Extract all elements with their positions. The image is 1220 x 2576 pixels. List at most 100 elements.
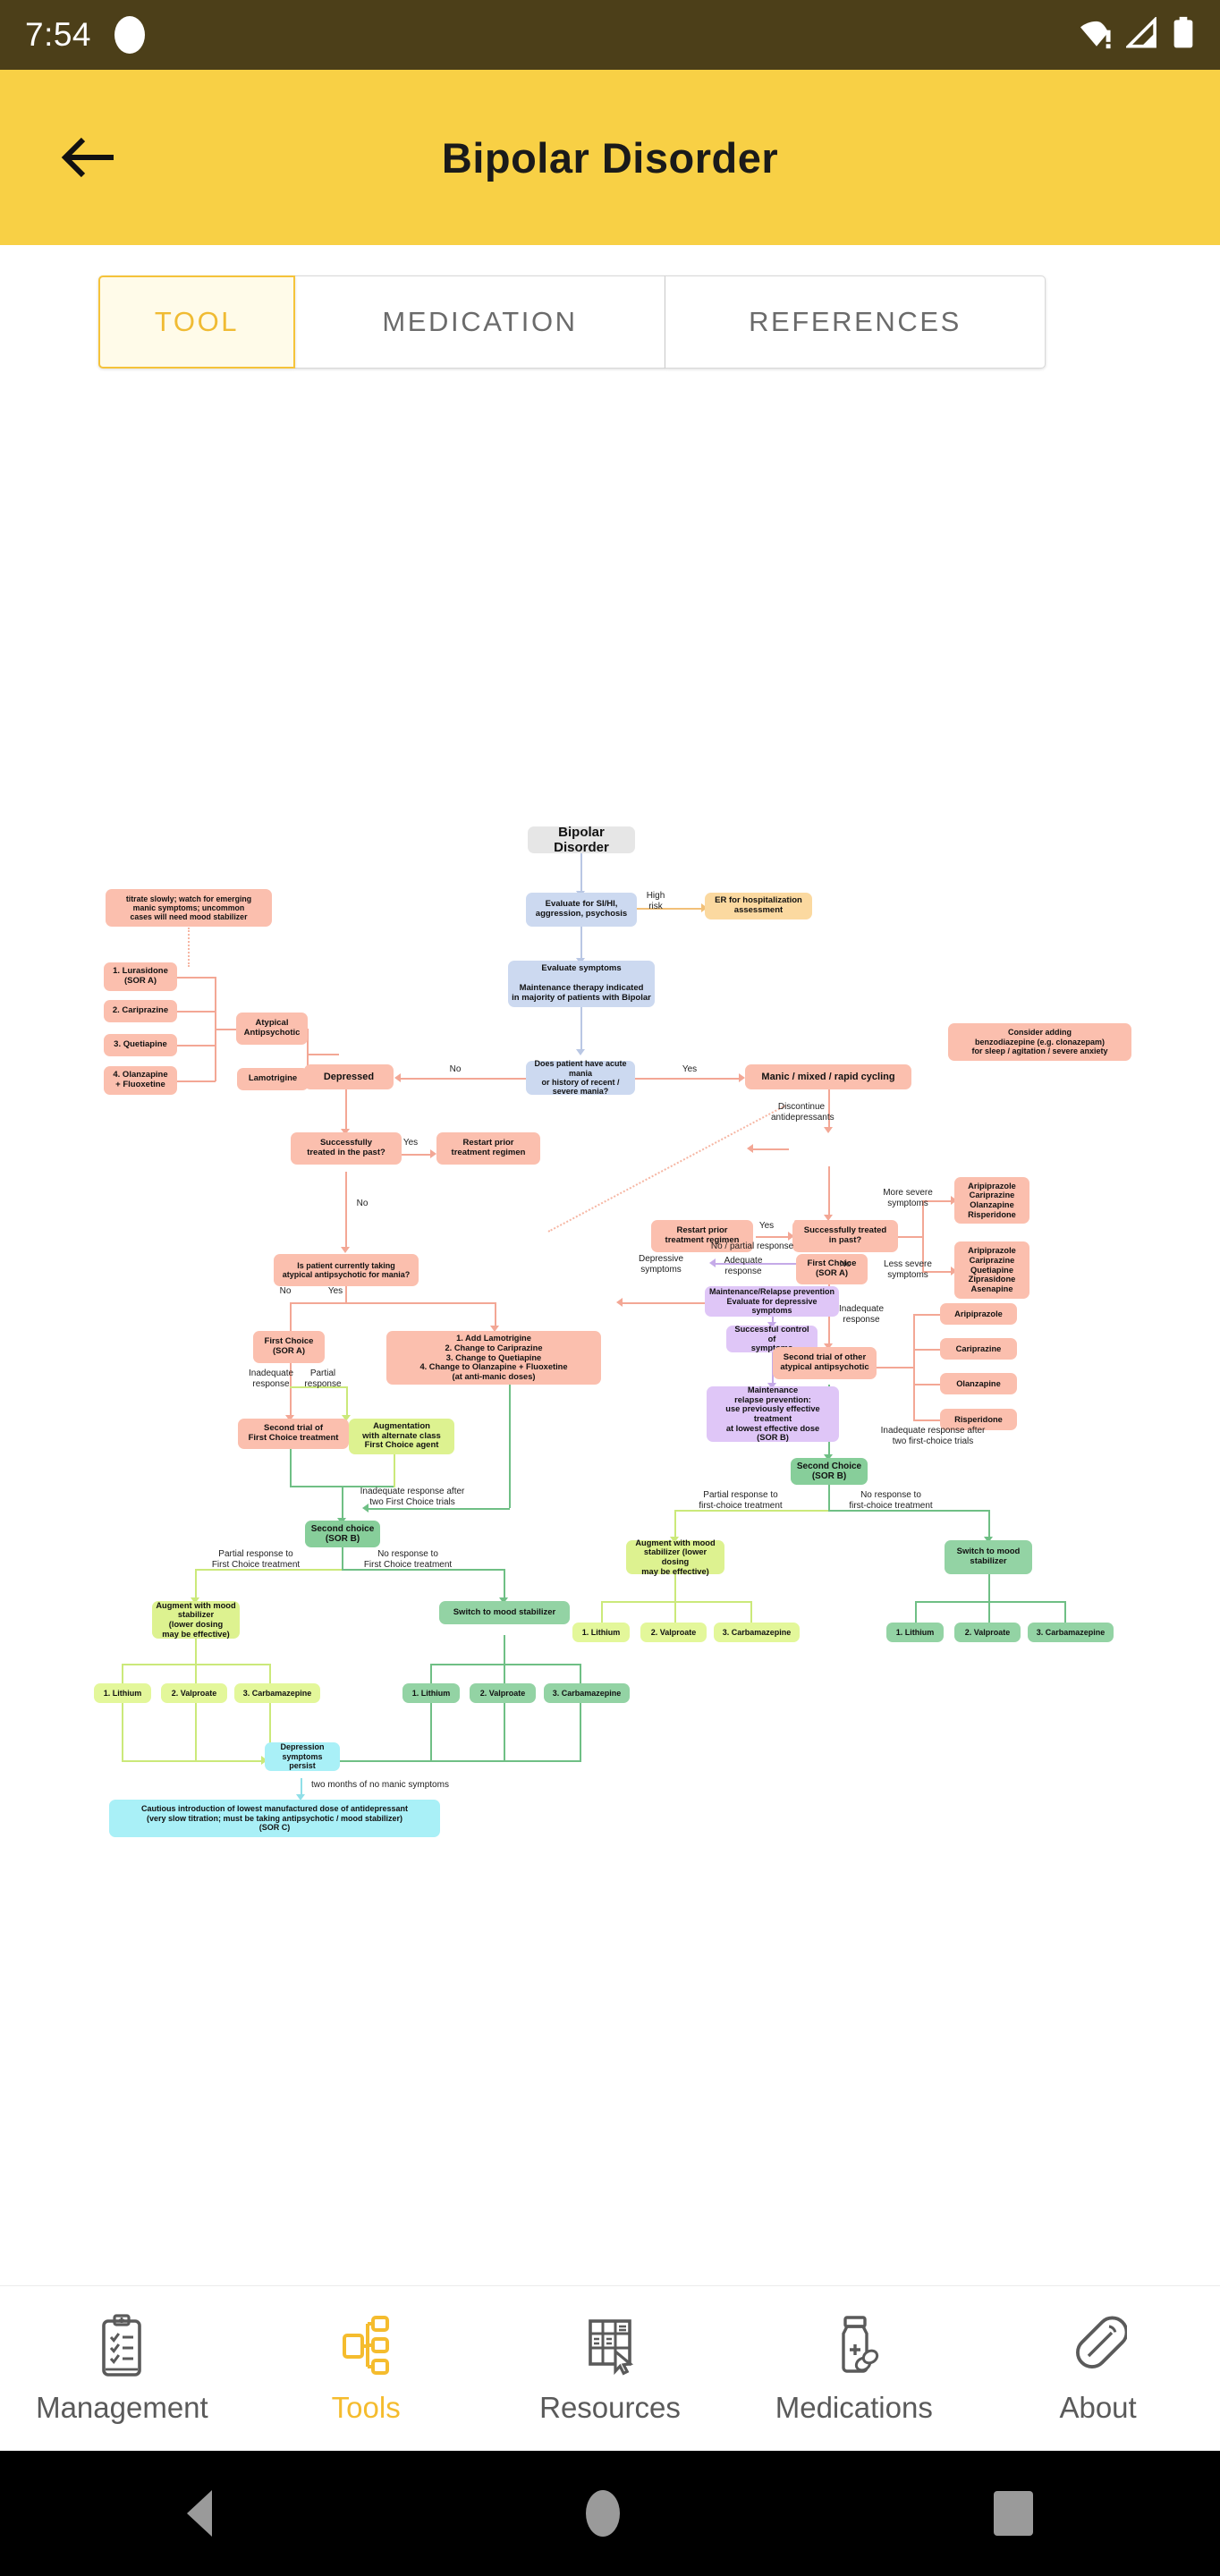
node-man-augment-mood-stabilizer[interactable]: Augment with mood stabilizer (lower dosi… — [626, 1538, 724, 1576]
edge-label-two-months-no-manic: two months of no manic symptoms — [311, 1780, 449, 1790]
nav-item-medications[interactable]: Medications — [732, 2312, 976, 2425]
node-man-aug-valproate[interactable]: 2. Valproate — [640, 1623, 707, 1642]
node-man-switch-lithium[interactable]: 1. Lithium — [886, 1623, 944, 1642]
node-dep-restart-prior[interactable]: Restart prior treatment regimen — [436, 1132, 540, 1165]
node-maintenance-relapse-prevention[interactable]: Maintenance/Relapse prevention Evaluate … — [705, 1286, 839, 1317]
node-man-switch-mood-stabilizer[interactable]: Switch to mood stabilizer — [945, 1540, 1032, 1574]
node-man-switch-valproate[interactable]: 2. Valproate — [954, 1623, 1021, 1642]
pill-bottle-icon — [826, 2312, 883, 2378]
node-dep-second-choice[interactable]: Second choice (SOR B) — [305, 1521, 380, 1547]
edge-label-high-risk: High risk — [646, 891, 665, 911]
node-lamotrigine[interactable]: Lamotrigine — [237, 1068, 309, 1090]
edge-label-depressive-symptoms: Depressive symptoms — [638, 1254, 684, 1275]
node-more-severe-list[interactable]: Aripiprazole Cariprazine Olanzapine Risp… — [954, 1177, 1029, 1224]
node-root[interactable]: Bipolar Disorder — [528, 825, 635, 855]
edge-label-yes-mania: Yes — [682, 1064, 698, 1074]
edge-label-yes-dep-past: Yes — [402, 1138, 419, 1148]
node-dep-switch-carbamazepine[interactable]: 3. Carbamazepine — [544, 1683, 630, 1703]
edge-label-no-partial-response: No / partial response — [710, 1241, 794, 1251]
node-dep-option-cariprazine[interactable]: 2. Cariprazine — [104, 1000, 177, 1022]
node-augmentation[interactable]: Augmentation with alternate class First … — [349, 1419, 454, 1454]
node-man-aug-carbamazepine[interactable]: 3. Carbamazepine — [714, 1623, 800, 1642]
node-dep-first-choice[interactable]: First Choice (SOR A) — [253, 1331, 325, 1363]
node-man-aug-lithium[interactable]: 1. Lithium — [572, 1623, 630, 1642]
system-navigation-bar — [0, 2451, 1220, 2576]
node-depressed[interactable]: Depressed — [304, 1064, 394, 1089]
bipolar-flowchart: Bipolar Disorder Evaluate for SI/HI, agg… — [89, 814, 1216, 1914]
node-dep-switch-valproate[interactable]: 2. Valproate — [470, 1683, 536, 1703]
edge-label-more-severe-symptoms: More severe symptoms — [883, 1188, 933, 1208]
edge-label-inadequate-two-trials-man: Inadequate response after two first-choi… — [880, 1426, 986, 1446]
node-dep-successfully-treated[interactable]: Successfully treated in the past? — [291, 1132, 402, 1165]
nav-item-tools[interactable]: Tools — [244, 2312, 488, 2425]
tab-references[interactable]: REFERENCES — [665, 275, 1046, 369]
node-cautious-antidepressant[interactable]: Cautious introduction of lowest manufact… — [109, 1800, 440, 1837]
app-bar: Bipolar Disorder — [0, 70, 1220, 245]
bottom-navigation: Management Tools Resources Medications A… — [0, 2285, 1220, 2451]
node-er-hospitalization[interactable]: ER for hospitalization assessment — [705, 893, 812, 919]
back-button[interactable] — [39, 108, 138, 207]
node-dep-option-lurasidone[interactable]: 1. Lurasidone (SOR A) — [104, 962, 177, 991]
capsule-pill-icon — [1070, 2312, 1127, 2378]
node-sec-olanzapine[interactable]: Olanzapine — [940, 1373, 1017, 1394]
node-dep-aug-lithium[interactable]: 1. Lithium — [94, 1683, 151, 1703]
edge-label-yes-man-past: Yes — [758, 1221, 775, 1231]
flowchart-viewport[interactable]: Bipolar Disorder Evaluate for SI/HI, agg… — [0, 376, 1220, 2236]
node-atypical-antipsychotic[interactable]: Atypical Antipsychotic — [236, 1013, 308, 1045]
node-acute-mania-question[interactable]: Does patient have acute mania or history… — [526, 1059, 635, 1096]
circle-home-icon[interactable] — [586, 2490, 620, 2537]
edge-label-no-taking: No — [279, 1286, 292, 1296]
notification-dot-icon — [114, 16, 146, 54]
node-dep-augment-mood-stabilizer[interactable]: Augment with mood stabilizer (lower dosi… — [152, 1601, 240, 1639]
node-sec-aripiprazole[interactable]: Aripiprazole — [940, 1303, 1017, 1325]
node-dep-option-olanzapine-fluoxetine[interactable]: 4. Olanzapine + Fluoxetine — [104, 1066, 177, 1095]
node-man-first-choice[interactable]: First Choice (SOR A) — [796, 1254, 868, 1284]
node-man-second-trial[interactable]: Second trial of other atypical antipsych… — [773, 1347, 877, 1379]
edge-label-partial-response: Partial response — [304, 1368, 342, 1389]
triangle-back-icon[interactable] — [187, 2490, 212, 2537]
node-less-severe-list[interactable]: Aripiprazole Cariprazine Quetiapine Zipr… — [954, 1241, 1029, 1299]
battery-icon — [1172, 16, 1195, 55]
node-dep-option-quetiapine[interactable]: 3. Quetiapine — [104, 1034, 177, 1056]
edge-label-yes-taking: Yes — [327, 1286, 343, 1296]
node-dep-second-trial[interactable]: Second trial of First Choice treatment — [238, 1419, 349, 1449]
back-arrow-icon — [61, 137, 114, 178]
wifi-warning-icon — [1079, 17, 1114, 54]
nav-item-resources[interactable]: Resources — [488, 2312, 733, 2425]
node-man-second-choice[interactable]: Second Choice (SOR B) — [791, 1458, 868, 1485]
tab-medication[interactable]: MEDICATION — [295, 275, 665, 369]
node-dep-switch-lithium[interactable]: 1. Lithium — [402, 1683, 460, 1703]
node-manic-mixed[interactable]: Manic / mixed / rapid cycling — [745, 1064, 911, 1089]
node-man-switch-carbamazepine[interactable]: 3. Carbamazepine — [1028, 1623, 1114, 1642]
node-maintenance-relapse-prevention-detail[interactable]: Maintenance relapse prevention: use prev… — [707, 1385, 839, 1442]
nav-item-management[interactable]: Management — [0, 2312, 244, 2425]
node-evaluate-symptoms[interactable]: Evaluate symptoms Maintenance therapy in… — [508, 961, 655, 1007]
node-titrate-note[interactable]: titrate slowly; watch for emerging manic… — [106, 889, 272, 927]
node-taking-atypical-question[interactable]: Is patient currently taking atypical ant… — [274, 1254, 419, 1286]
node-depression-persist[interactable]: Depression symptoms persist — [265, 1742, 340, 1771]
status-time: 7:54 — [25, 16, 92, 53]
tab-bar: TOOL MEDICATION REFERENCES — [0, 275, 1220, 369]
tab-tool[interactable]: TOOL — [98, 275, 295, 369]
flowchart-tree-icon — [337, 2312, 394, 2378]
node-dep-aug-carbamazepine[interactable]: 3. Carbamazepine — [234, 1683, 320, 1703]
node-sec-cariprazine[interactable]: Cariprazine — [940, 1338, 1017, 1360]
edge-label-partial-response-first-choice-dep: Partial response to First Choice treatme… — [211, 1549, 301, 1570]
bookshelf-cursor-icon — [581, 2312, 639, 2378]
nav-item-about[interactable]: About — [976, 2312, 1220, 2425]
edge-label-no-response-first-choice-man: No response to first-choice treatment — [849, 1490, 933, 1511]
node-man-successfully-treated[interactable]: Successfully treated in past? — [792, 1220, 898, 1252]
edge-label-inadequate-two-trials-dep: Inadequate response after two First Choi… — [360, 1487, 465, 1507]
clipboard-checklist-icon — [93, 2312, 150, 2378]
node-eval-si[interactable]: Evaluate for SI/HI, aggression, psychosi… — [526, 893, 637, 927]
node-add-lamotrigine-options[interactable]: 1. Add Lamotrigine 2. Change to Caripraz… — [386, 1331, 601, 1385]
node-dep-aug-valproate[interactable]: 2. Valproate — [161, 1683, 227, 1703]
edge-label-inadequate-response-dep: Inadequate response — [249, 1368, 294, 1389]
node-dep-switch-mood-stabilizer[interactable]: Switch to mood stabilizer — [439, 1601, 570, 1624]
square-recents-icon[interactable] — [994, 2491, 1033, 2536]
nav-label-medications: Medications — [775, 2391, 933, 2424]
edge-label-adequate-response: Adequate response — [724, 1256, 763, 1276]
page-title: Bipolar Disorder — [441, 133, 779, 182]
edge-label-inadequate-response-man: Inadequate response — [838, 1304, 885, 1325]
node-benzodiazepine[interactable]: Consider adding benzodiazepine (e.g. clo… — [948, 1023, 1131, 1061]
